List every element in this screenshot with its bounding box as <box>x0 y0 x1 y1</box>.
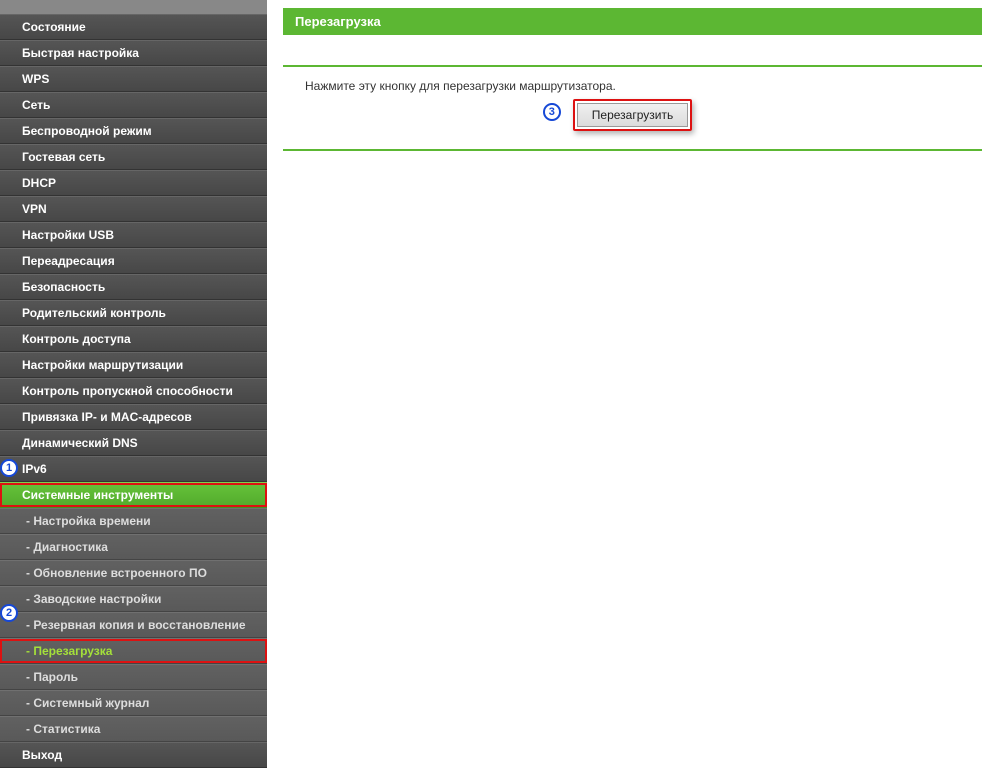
sidebar-item-quick-setup[interactable]: Быстрая настройка <box>0 40 267 66</box>
reboot-button-highlight: Перезагрузить <box>573 99 692 131</box>
sidebar-item-ipv6[interactable]: IPv6 <box>0 456 267 482</box>
sidebar-item-network[interactable]: Сеть <box>0 92 267 118</box>
sidebar-item-dhcp[interactable]: DHCP <box>0 170 267 196</box>
sidebar-header-strip <box>0 0 267 14</box>
sidebar-subitem-diagnostics[interactable]: - Диагностика <box>0 534 267 560</box>
sidebar-subitem-password[interactable]: - Пароль <box>0 664 267 690</box>
sidebar-item-wireless[interactable]: Беспроводной режим <box>0 118 267 144</box>
annotation-badge-3: 3 <box>543 103 561 121</box>
sidebar-item-bandwidth-control[interactable]: Контроль пропускной способности <box>0 378 267 404</box>
sidebar-item-parental-control[interactable]: Родительский контроль <box>0 300 267 326</box>
sidebar-subitem-firmware-upgrade[interactable]: - Обновление встроенного ПО <box>0 560 267 586</box>
sidebar-item-access-control[interactable]: Контроль доступа <box>0 326 267 352</box>
sidebar-subitem-factory-defaults[interactable]: - Заводские настройки <box>0 586 267 612</box>
sidebar-subitem-statistics[interactable]: - Статистика <box>0 716 267 742</box>
sidebar-item-usb-settings[interactable]: Настройки USB <box>0 222 267 248</box>
annotation-badge-2: 2 <box>0 604 18 622</box>
sidebar-item-vpn[interactable]: VPN <box>0 196 267 222</box>
divider-bottom <box>283 149 982 151</box>
reboot-button[interactable]: Перезагрузить <box>577 103 688 127</box>
reboot-instruction-text: Нажмите эту кнопку для перезагрузки марш… <box>283 67 982 101</box>
sidebar-subitem-backup-restore[interactable]: - Резервная копия и восстановление <box>0 612 267 638</box>
sidebar-subitem-reboot[interactable]: - Перезагрузка <box>0 638 267 664</box>
sidebar-item-status[interactable]: Состояние <box>0 14 267 40</box>
sidebar-item-forwarding[interactable]: Переадресация <box>0 248 267 274</box>
annotation-badge-1: 1 <box>0 459 18 477</box>
main-panel: Перезагрузка Нажмите эту кнопку для пере… <box>267 0 1006 716</box>
sidebar-subitem-system-log[interactable]: - Системный журнал <box>0 690 267 716</box>
sidebar-item-guest-network[interactable]: Гостевая сеть <box>0 144 267 170</box>
sidebar-item-system-tools[interactable]: Системные инструменты <box>0 482 267 508</box>
sidebar-item-ip-mac-binding[interactable]: Привязка IP- и MAC-адресов <box>0 404 267 430</box>
sidebar-item-routing[interactable]: Настройки маршрутизации <box>0 352 267 378</box>
page-title: Перезагрузка <box>283 8 982 35</box>
sidebar-subitem-time-settings[interactable]: - Настройка времени <box>0 508 267 534</box>
sidebar: Состояние Быстрая настройка WPS Сеть Бес… <box>0 0 267 768</box>
sidebar-item-ddns[interactable]: Динамический DNS <box>0 430 267 456</box>
sidebar-item-wps[interactable]: WPS <box>0 66 267 92</box>
sidebar-item-security[interactable]: Безопасность <box>0 274 267 300</box>
sidebar-item-logout[interactable]: Выход <box>0 742 267 768</box>
